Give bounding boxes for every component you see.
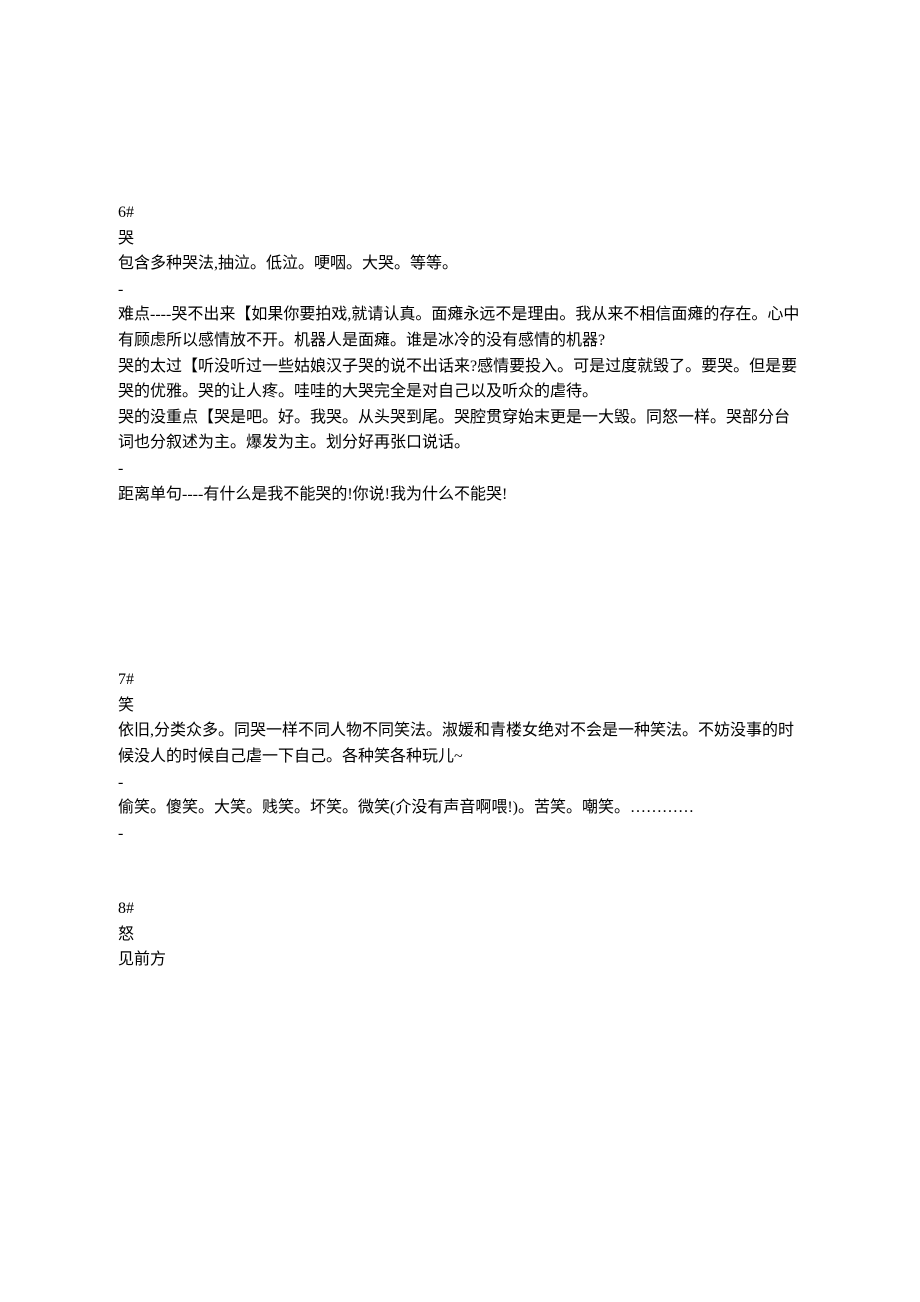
separator-dash: - bbox=[118, 821, 802, 847]
section-6: 6# 哭 包含多种哭法,抽泣。低泣。哽咽。大哭。等等。 - 难点----哭不出来… bbox=[118, 200, 802, 507]
body-text: 依旧,分类众多。同哭一样不同人物不同笑法。淑媛和青楼女绝对不会是一种笑法。不妨没… bbox=[118, 718, 802, 769]
separator-dash: - bbox=[118, 770, 802, 796]
body-text: 偷笑。傻笑。大笑。贱笑。坏笑。微笑(介没有声音啊喂!)。苦笑。嘲笑。………… bbox=[118, 795, 802, 821]
body-text: 难点----哭不出来【如果你要拍戏,就请认真。面瘫永远不是理由。我从来不相信面瘫… bbox=[118, 302, 802, 353]
separator-dash: - bbox=[118, 277, 802, 303]
section-7: 7# 笑 依旧,分类众多。同哭一样不同人物不同笑法。淑媛和青楼女绝对不会是一种笑… bbox=[118, 667, 802, 846]
post-number: 8# bbox=[118, 896, 802, 922]
body-text: 包含多种哭法,抽泣。低泣。哽咽。大哭。等等。 bbox=[118, 251, 802, 277]
section-title: 怒 bbox=[118, 922, 802, 948]
section-title: 笑 bbox=[118, 693, 802, 719]
post-number: 6# bbox=[118, 200, 802, 226]
separator-dash: - bbox=[118, 456, 802, 482]
body-text: 哭的没重点【哭是吧。好。我哭。从头哭到尾。哭腔贯穿始末更是一大毁。同怒一样。哭部… bbox=[118, 405, 802, 456]
document-page: 6# 哭 包含多种哭法,抽泣。低泣。哽咽。大哭。等等。 - 难点----哭不出来… bbox=[0, 0, 920, 1302]
body-text: 距离单句----有什么是我不能哭的!你说!我为什么不能哭! bbox=[118, 482, 802, 508]
body-text: 见前方 bbox=[118, 947, 802, 973]
section-8: 8# 怒 见前方 bbox=[118, 896, 802, 973]
section-title: 哭 bbox=[118, 226, 802, 252]
post-number: 7# bbox=[118, 667, 802, 693]
body-text: 哭的太过【听没听过一些姑娘汉子哭的说不出话来?感情要投入。可是过度就毁了。要哭。… bbox=[118, 354, 802, 405]
